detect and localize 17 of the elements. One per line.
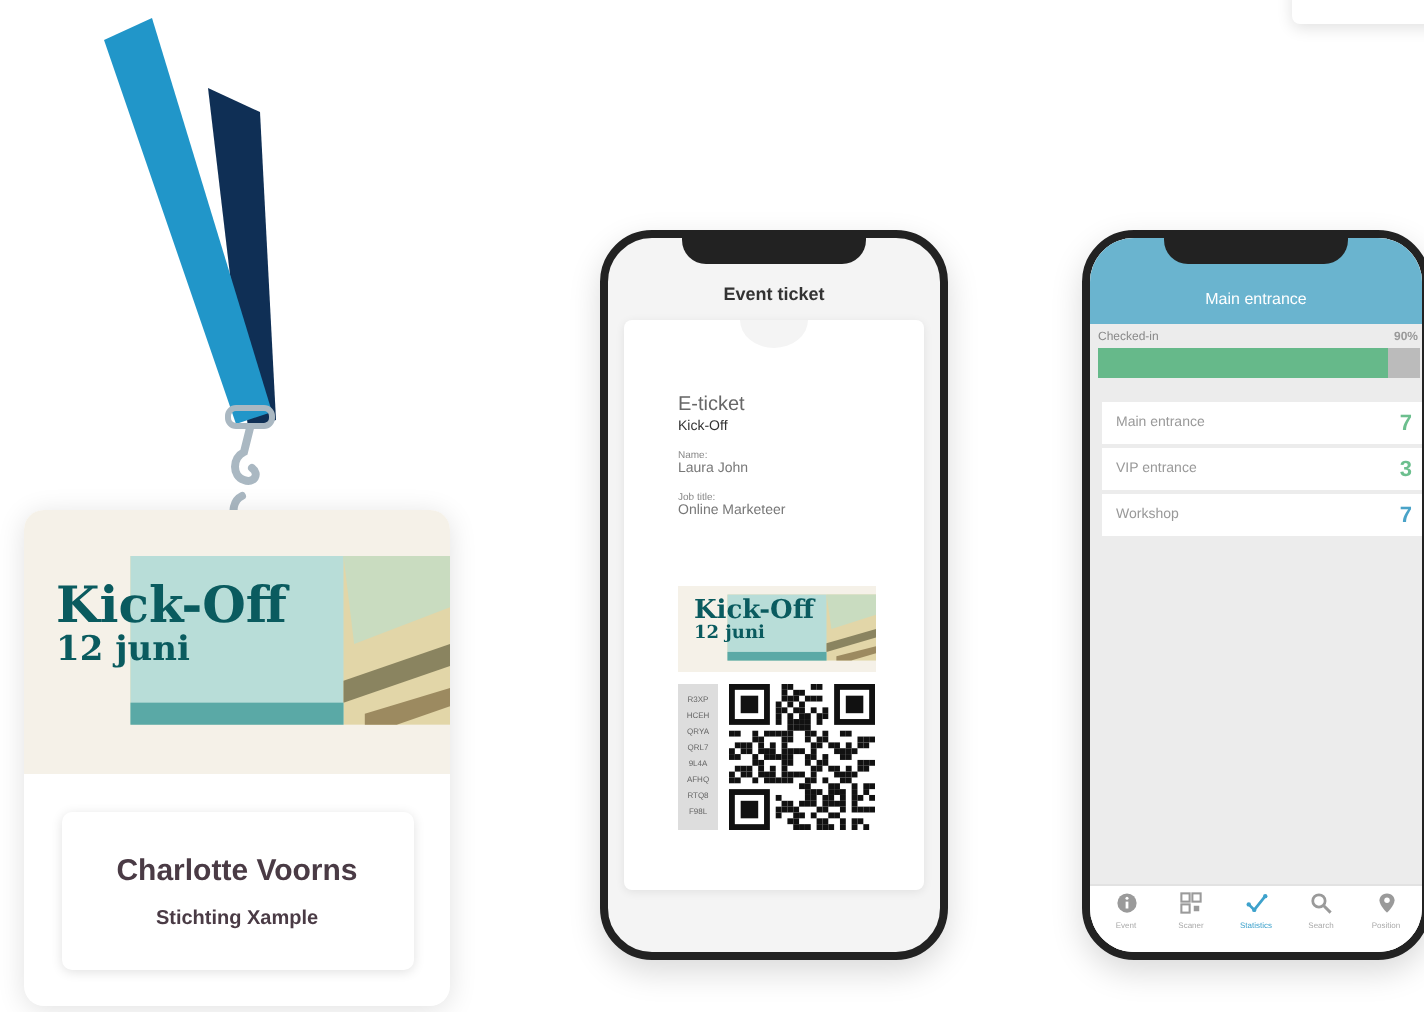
attendee-name: Charlotte Voorns bbox=[116, 853, 358, 887]
banner-title: Kick-Off bbox=[56, 578, 292, 632]
entrance-count: 7 bbox=[1399, 503, 1412, 527]
banner-date: 12 juni bbox=[694, 624, 767, 644]
entrance-count: 7 bbox=[1399, 411, 1412, 435]
search-icon bbox=[1310, 892, 1332, 914]
organization-name: Stichting Xample bbox=[155, 907, 319, 929]
header-title: Main entrance bbox=[1205, 290, 1307, 308]
banner-date: 12 juni bbox=[56, 632, 192, 670]
entrance-count: 3 bbox=[1399, 457, 1412, 481]
qr-icon bbox=[1180, 892, 1202, 914]
info-icon bbox=[1115, 892, 1137, 914]
chart-line-icon bbox=[1245, 892, 1267, 914]
screen-title: Event ticket bbox=[723, 284, 825, 306]
ticket-type: E-ticket bbox=[678, 394, 747, 416]
banner-title: Kick-Off bbox=[694, 598, 818, 624]
pin-icon bbox=[1375, 892, 1397, 914]
